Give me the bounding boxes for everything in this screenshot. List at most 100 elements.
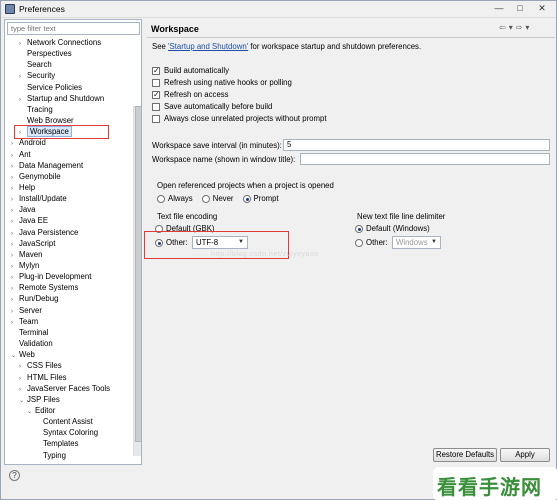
checkbox-box[interactable]: [152, 90, 160, 100]
divider: [147, 37, 555, 38]
tree-item-label: Validation: [19, 339, 53, 349]
tree-item-label: Content Assist: [43, 417, 93, 427]
tree-item-label: Perspectives: [27, 49, 72, 59]
radio-dot[interactable]: [355, 238, 363, 247]
tree-item[interactable]: Syntax Coloring: [35, 427, 98, 438]
tree-item[interactable]: › Team: [11, 316, 38, 327]
checkbox-label: Save automatically before build: [164, 102, 273, 111]
tree-item[interactable]: › Security: [19, 70, 55, 81]
tree-item[interactable]: Validation: [11, 338, 53, 349]
delimiter-default-radio[interactable]: Default (Windows): [355, 224, 430, 233]
checkbox-box[interactable]: [152, 79, 160, 87]
tree-item[interactable]: Content Assist: [35, 416, 93, 427]
restore-defaults-button[interactable]: Restore Defaults: [433, 448, 497, 462]
radio-dot[interactable]: [157, 194, 165, 203]
filter-input[interactable]: [7, 22, 140, 35]
startup-shutdown-link[interactable]: 'Startup and Shutdown': [168, 42, 248, 51]
tree-item-label: Plug-in Development: [19, 272, 92, 282]
checkbox-box[interactable]: [152, 103, 160, 111]
tree-item-label: Data Management: [19, 160, 84, 170]
save-before-build-checkbox[interactable]: Save automatically before build: [152, 102, 272, 112]
tree-item[interactable]: ⌄ Editor: [27, 405, 55, 416]
tree-item[interactable]: › Ant: [11, 149, 31, 160]
chevron-down-icon: ▼: [431, 239, 437, 245]
tree-item[interactable]: Typing: [35, 450, 66, 461]
tree-item[interactable]: Service Policies: [19, 82, 82, 93]
tree-item[interactable]: Perspectives: [19, 48, 72, 59]
build-automatically-checkbox[interactable]: Build automatically: [152, 66, 229, 76]
refresh-on-access-checkbox[interactable]: Refresh on access: [152, 90, 229, 100]
chevron-down-icon[interactable]: ⌄: [11, 351, 19, 362]
window-title: Preferences: [19, 4, 65, 14]
delimiter-combo[interactable]: Windows ▼: [392, 236, 441, 249]
radio-dot[interactable]: [242, 194, 251, 203]
checkbox-label: Always close unrelated projects without …: [164, 114, 327, 123]
tree-item[interactable]: ⌄ JSP Files: [19, 394, 60, 405]
maximize-button[interactable]: □: [510, 2, 530, 15]
open-always-radio[interactable]: Always: [157, 194, 193, 203]
checkbox-box[interactable]: [152, 115, 160, 123]
nav-arrows-icon[interactable]: ⇦▾⇨▾: [499, 23, 532, 32]
tree-item[interactable]: › Data Management: [11, 160, 83, 171]
tree-item-label: Mylyn: [19, 261, 40, 270]
tree-scrollbar[interactable]: [133, 106, 141, 456]
tree-item[interactable]: › Maven: [11, 249, 42, 260]
delimiter-value: Windows: [396, 238, 428, 247]
tree-item[interactable]: › Java Persistence: [11, 227, 78, 238]
tree-item-label: JavaScript: [19, 238, 56, 248]
chevron-down-icon[interactable]: ⌄: [27, 407, 35, 418]
help-icon[interactable]: ?: [9, 470, 20, 481]
tree-item-label: HTML Files: [27, 372, 67, 382]
save-interval-field[interactable]: 5: [283, 139, 550, 151]
tree-item-label: Security: [27, 71, 56, 81]
tree-item[interactable]: › Server: [11, 305, 42, 316]
tree-item-label: Server: [19, 305, 42, 315]
tree-item[interactable]: › Mylyn: [11, 260, 39, 271]
workspace-name-field[interactable]: [300, 153, 550, 165]
tree-item[interactable]: › Java: [11, 204, 35, 215]
tree-item[interactable]: › Genymobile: [11, 171, 61, 182]
preferences-tree: › Network Connections Perspectives Search › S…: [5, 36, 132, 464]
checkbox-label: Build automatically: [164, 66, 230, 75]
tree-item[interactable]: Templates: [35, 438, 79, 449]
open-never-radio[interactable]: Never: [201, 194, 234, 203]
tree-item[interactable]: Search: [19, 59, 52, 70]
page-title: Workspace: [151, 24, 199, 34]
open-prompt-radio[interactable]: Prompt: [242, 194, 279, 203]
tree-item[interactable]: Terminal: [11, 327, 48, 338]
tree-item[interactable]: › JavaServer Faces Tools: [19, 383, 110, 394]
tree-item[interactable]: › Java EE: [11, 215, 48, 226]
tree-item-label: Tracing: [27, 104, 53, 114]
apply-button[interactable]: Apply: [500, 448, 550, 462]
checkbox-box[interactable]: [152, 66, 160, 76]
tree-item[interactable]: › Plug-in Development: [11, 271, 91, 282]
tree-item[interactable]: Tracing: [19, 104, 53, 115]
tree-item-label: Service Policies: [27, 82, 83, 92]
tree-item[interactable]: ⌄ Web: [11, 349, 35, 360]
watermark-text: http://blog.csdn.net/zuiyeyaoo: [211, 251, 319, 258]
open-referenced-label: Open referenced projects when a project …: [157, 181, 334, 190]
tree-item[interactable]: › Network Connections: [19, 37, 101, 48]
scrollbar-thumb[interactable]: [135, 106, 141, 442]
logo-text: 看看手游网: [437, 477, 542, 499]
tree-item[interactable]: › Remote Systems: [11, 282, 78, 293]
tree-item[interactable]: › Run/Debug: [11, 293, 58, 304]
close-button[interactable]: ✕: [532, 2, 552, 15]
tree-item-label: Team: [19, 316, 39, 326]
tree-item-label: Help: [19, 182, 36, 192]
tree-item-label: Templates: [43, 439, 79, 449]
tree-item-label: Typing: [43, 450, 66, 460]
radio-dot[interactable]: [355, 224, 363, 233]
chevron-down-icon[interactable]: ⌄: [19, 396, 27, 407]
tree-item[interactable]: › Help: [11, 182, 35, 193]
refresh-native-checkbox[interactable]: Refresh using native hooks or polling: [152, 78, 292, 88]
tree-item[interactable]: › CSS Files: [19, 360, 62, 371]
tree-item[interactable]: › JavaScript: [11, 238, 55, 249]
tree-item[interactable]: › Startup and Shutdown: [19, 93, 104, 104]
tree-item[interactable]: › Install/Update: [11, 193, 67, 204]
close-unrelated-checkbox[interactable]: Always close unrelated projects without …: [152, 114, 327, 124]
radio-dot[interactable]: [201, 194, 210, 203]
minimize-button[interactable]: —: [489, 2, 509, 15]
delimiter-other-radio[interactable]: Other:: [355, 238, 388, 247]
tree-item[interactable]: › HTML Files: [19, 372, 67, 383]
